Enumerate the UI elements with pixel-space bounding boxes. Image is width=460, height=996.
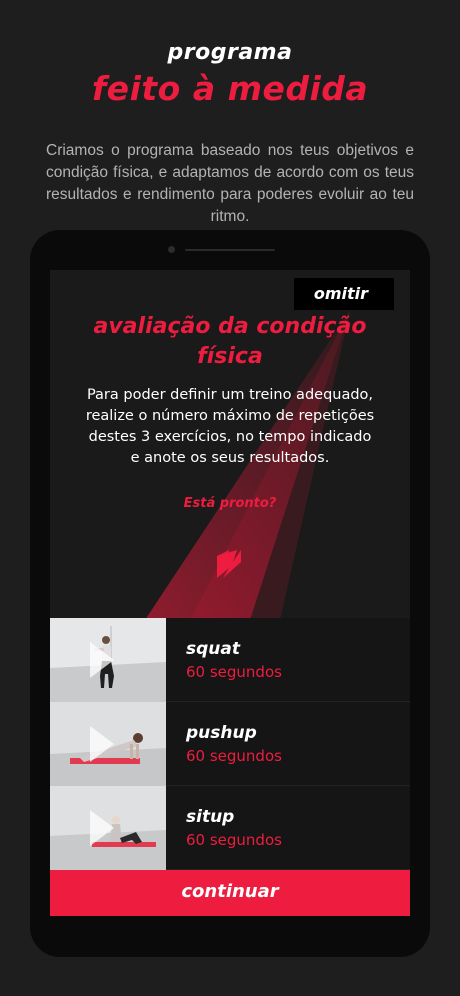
exercise-info: pushup 60 segundos	[186, 722, 282, 767]
exercise-row-squat[interactable]: squat 60 segundos	[50, 618, 410, 702]
exercise-info: situp 60 segundos	[186, 806, 282, 851]
evaluation-title-line2: física	[197, 344, 263, 369]
heading-line1: programa	[167, 40, 293, 65]
squat-video-thumbnail[interactable]	[50, 618, 166, 702]
exercise-row-situp[interactable]: situp 60 segundos	[50, 786, 410, 870]
camera-dot	[168, 246, 175, 253]
exercise-list: squat 60 segundos pushup 60 segundos sit…	[50, 618, 410, 870]
evaluation-description: Para poder definir um treino adequado, r…	[85, 387, 375, 466]
exercise-name: pushup	[186, 723, 257, 743]
exercise-row-pushup[interactable]: pushup 60 segundos	[50, 702, 410, 786]
continue-button[interactable]: continuar	[50, 870, 410, 916]
exercise-duration: 60 segundos	[186, 663, 282, 681]
lightning-bolt-logo-icon	[217, 550, 241, 578]
app-screen: omitir avaliação da condição física Para…	[50, 270, 410, 916]
page-heading: programa feito à medida	[0, 40, 460, 108]
exercise-name: situp	[186, 807, 235, 827]
phone-mockup: omitir avaliação da condição física Para…	[30, 230, 430, 957]
pushup-video-thumbnail[interactable]	[50, 702, 166, 786]
evaluation-title-line1: avaliação da condição	[93, 314, 367, 339]
evaluation-title: avaliação da condição física	[50, 312, 410, 372]
exercise-name: squat	[186, 639, 240, 659]
heading-line2: feito à medida	[91, 69, 369, 108]
exercise-duration: 60 segundos	[186, 831, 282, 849]
ready-prompt: Está pronto?	[183, 496, 277, 511]
situp-video-thumbnail[interactable]	[50, 786, 166, 870]
skip-button[interactable]: omitir	[294, 278, 394, 310]
exercise-info: squat 60 segundos	[186, 638, 282, 683]
intro-text: Criamos o programa baseado nos teus obje…	[46, 142, 414, 225]
exercise-duration: 60 segundos	[186, 747, 282, 765]
speaker-slot	[185, 249, 275, 251]
